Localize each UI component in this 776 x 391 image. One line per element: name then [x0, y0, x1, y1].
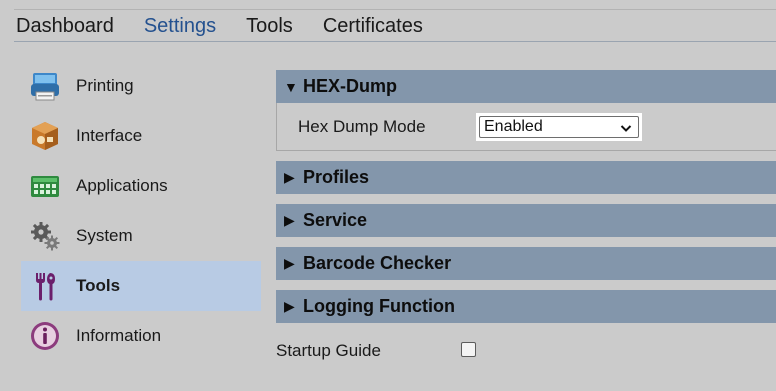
- collapsed-triangle-icon: ▶: [284, 212, 295, 228]
- sidebar-item-system[interactable]: System: [21, 211, 261, 261]
- hex-dump-mode-select-wrapper: Enabled: [476, 112, 642, 141]
- hex-dump-mode-select[interactable]: Enabled: [479, 115, 639, 138]
- section-title: Profiles: [303, 167, 370, 187]
- expanded-triangle-icon: ▼: [284, 78, 298, 95]
- main-panel: ▼ HEX-Dump Hex Dump Mode Enabled ▶ Profi…: [276, 70, 776, 323]
- sidebar-item-label: Information: [76, 326, 162, 345]
- applications-icon: [29, 170, 61, 202]
- printer-icon: [29, 70, 61, 102]
- sidebar-item-interface[interactable]: Interface: [21, 111, 261, 161]
- info-icon: [29, 320, 61, 352]
- section-hexdump-body: Hex Dump Mode Enabled: [276, 103, 776, 151]
- sidebar-item-label: System: [76, 226, 133, 245]
- section-title: HEX-Dump: [303, 76, 397, 96]
- startup-guide-label: Startup Guide: [276, 341, 381, 360]
- tools-icon: [29, 270, 61, 302]
- sidebar-item-label: Applications: [76, 176, 168, 195]
- sidebar-item-printing[interactable]: Printing: [21, 61, 261, 111]
- section-logging-function-header[interactable]: ▶ Logging Function: [276, 290, 776, 323]
- nav-settings[interactable]: Settings: [144, 15, 216, 38]
- sidebar-item-applications[interactable]: Applications: [21, 161, 261, 211]
- section-title: Service: [303, 210, 368, 230]
- collapsed-triangle-icon: ▶: [284, 169, 295, 185]
- select-value: Enabled: [484, 117, 543, 135]
- section-hexdump-header[interactable]: ▼ HEX-Dump: [276, 70, 776, 103]
- nav-tools[interactable]: Tools: [246, 15, 293, 38]
- section-profiles-header[interactable]: ▶ Profiles: [276, 161, 776, 194]
- page: Dashboard Settings Tools Certificates Pr…: [0, 0, 776, 391]
- sidebar-item-label: Printing: [76, 76, 134, 95]
- startup-guide-checkbox[interactable]: [461, 341, 476, 357]
- sidebar-item-tools[interactable]: Tools: [21, 261, 261, 311]
- gear-icon: [29, 220, 61, 252]
- sidebar-item-information[interactable]: Information: [21, 311, 261, 361]
- startup-guide-row: Startup Guide: [276, 341, 476, 361]
- interface-icon: [29, 120, 61, 152]
- sidebar-item-label: Interface: [76, 126, 143, 145]
- nav-dashboard[interactable]: Dashboard: [16, 15, 114, 38]
- hex-dump-mode-label: Hex Dump Mode: [298, 116, 426, 136]
- section-title: Logging Function: [303, 296, 455, 316]
- collapsed-triangle-icon: ▶: [284, 298, 295, 314]
- section-service-header[interactable]: ▶ Service: [276, 204, 776, 237]
- collapsed-triangle-icon: ▶: [284, 255, 295, 271]
- sidebar-item-label: Tools: [76, 276, 121, 295]
- nav-certificates[interactable]: Certificates: [323, 15, 423, 38]
- section-title: Barcode Checker: [303, 253, 452, 273]
- chevron-down-icon: [620, 124, 632, 132]
- top-nav: Dashboard Settings Tools Certificates: [14, 9, 776, 42]
- sidebar: Printing Interface Applications System T…: [21, 61, 261, 361]
- section-barcode-checker-header[interactable]: ▶ Barcode Checker: [276, 247, 776, 280]
